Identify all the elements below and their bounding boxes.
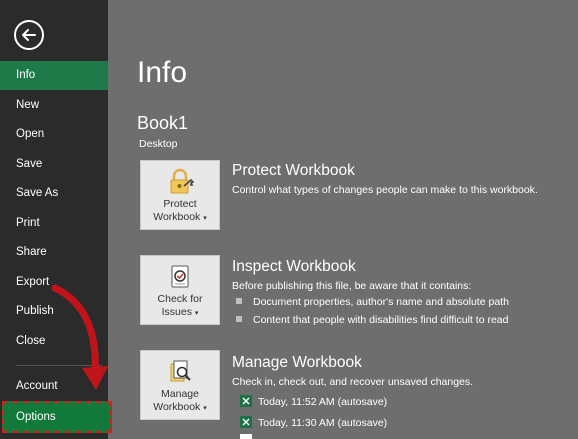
dropdown-caret-icon: ▾ (194, 310, 199, 317)
page-title: Info (137, 56, 188, 89)
nav-item-save[interactable]: Save (0, 150, 108, 179)
protect-title: Protect Workbook (232, 162, 355, 179)
nav-item-new[interactable]: New (0, 91, 108, 120)
nav-item-options[interactable]: Options (2, 401, 112, 433)
annotation-arrow-icon (51, 284, 108, 390)
inspect-button-label-2: Issues ▾ (161, 306, 199, 318)
version-item-partial (240, 434, 252, 439)
document-name: Book1 (137, 113, 189, 133)
inspect-desc: Before publishing this file, be aware th… (232, 280, 472, 292)
nav-item-print[interactable]: Print (0, 209, 108, 238)
nav-item-share[interactable]: Share (0, 238, 108, 267)
nav-item-open[interactable]: Open (0, 120, 108, 149)
bullet-square-icon (236, 316, 242, 322)
protect-button-label-2: Workbook ▾ (153, 211, 207, 223)
inspect-document-icon (171, 265, 189, 288)
inspect-bullet: Document properties, author's name and a… (236, 296, 509, 308)
manage-desc: Check in, check out, and recover unsaved… (232, 376, 474, 388)
nav-item-save-as[interactable]: Save As (0, 179, 108, 208)
protect-workbook-button[interactable]: Protect Workbook ▾ (140, 160, 220, 230)
excel-file-icon (240, 395, 252, 407)
manage-workbook-button[interactable]: Manage Workbook ▾ (140, 350, 220, 420)
manage-title: Manage Workbook (232, 354, 362, 371)
inspect-button-label-1: Check for (157, 293, 203, 305)
info-pane: Info Book1 Desktop Protect Workbook ▾ Pr… (108, 0, 578, 439)
document-location[interactable]: Desktop (139, 138, 178, 150)
manage-document-icon (170, 360, 191, 382)
dropdown-caret-icon: ▾ (203, 215, 207, 222)
inspect-title: Inspect Workbook (232, 258, 356, 275)
version-item[interactable]: Today, 11:30 AM (autosave) (240, 416, 387, 429)
protect-desc: Control what types of changes people can… (232, 184, 538, 196)
back-arrow-icon (22, 29, 36, 41)
bullet-square-icon (236, 298, 242, 304)
manage-button-label-1: Manage (161, 388, 199, 400)
excel-file-icon (240, 416, 252, 428)
nav-item-info[interactable]: Info (0, 61, 108, 90)
lock-key-icon (170, 168, 194, 194)
manage-button-label-2: Workbook ▾ (153, 401, 207, 413)
check-for-issues-button[interactable]: Check for Issues ▾ (140, 255, 220, 325)
back-button[interactable] (14, 20, 44, 50)
dropdown-caret-icon: ▾ (203, 405, 207, 412)
inspect-bullet: Content that people with disabilities fi… (236, 314, 508, 326)
version-item[interactable]: Today, 11:52 AM (autosave) (240, 395, 387, 408)
protect-button-label-1: Protect (163, 198, 197, 210)
